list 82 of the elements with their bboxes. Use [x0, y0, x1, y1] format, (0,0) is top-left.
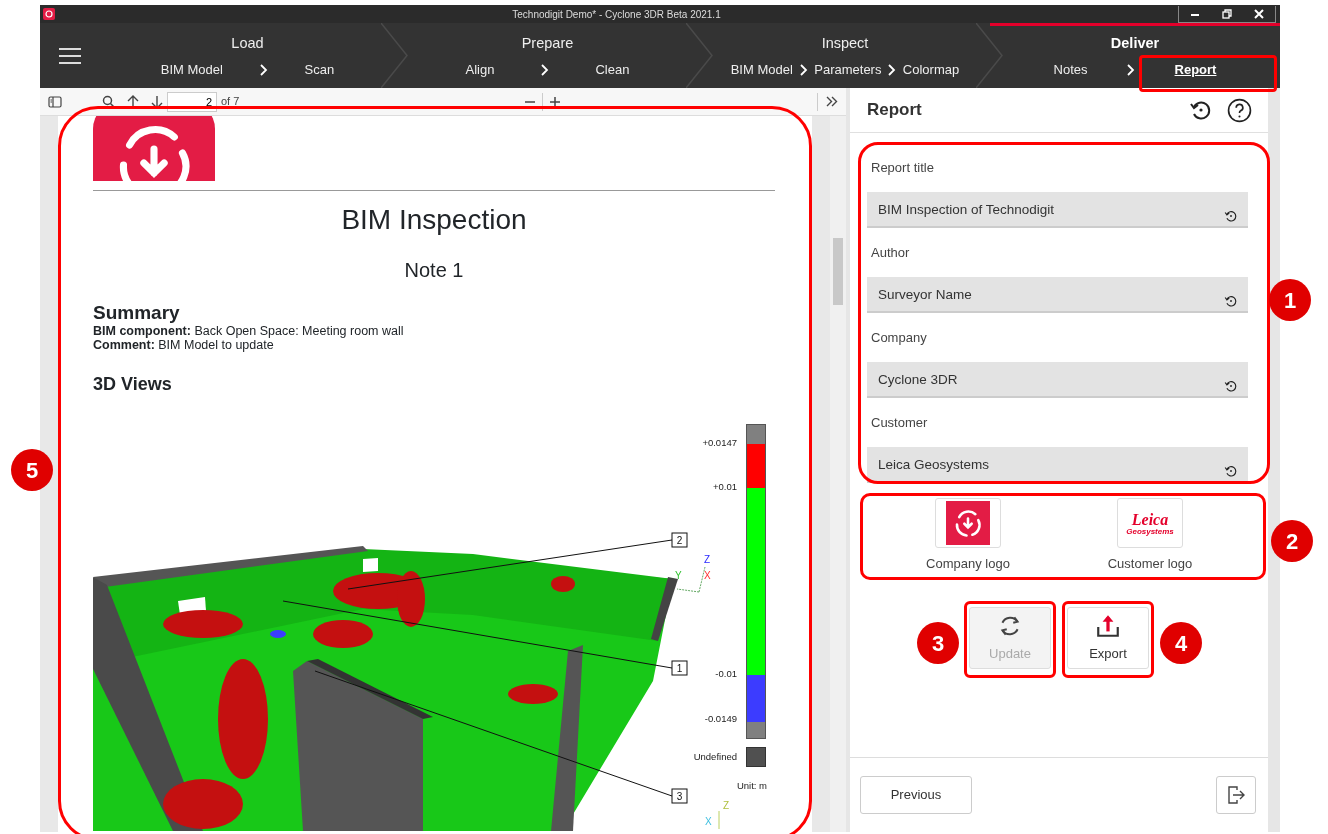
plus-icon[interactable] [549, 95, 562, 108]
menu-icon[interactable] [59, 46, 81, 65]
chevron-divider [686, 23, 714, 88]
axis-label: Y [675, 570, 682, 581]
arrow-up-icon[interactable] [127, 94, 139, 109]
logo-picker-button[interactable]: Leica Geosystems [1117, 498, 1183, 548]
workflow-step-link[interactable]: Colormap [900, 57, 962, 82]
unit-label: Unit: m [736, 778, 767, 793]
undefined-swatch [746, 747, 766, 767]
text-field[interactable]: BIM Inspection of Technodigit [867, 192, 1248, 228]
document-title: BIM Inspection [340, 203, 528, 237]
chevron-icon [888, 63, 897, 76]
workflow-step-link[interactable]: Report [1172, 57, 1219, 82]
exit-button[interactable] [1216, 776, 1256, 814]
scrollbar-thumb[interactable] [833, 238, 843, 305]
logo-picker-button[interactable] [935, 498, 1001, 548]
axis-label: Z [723, 800, 730, 811]
legend-tick-label: +0.01 [712, 479, 737, 494]
panel-title: Report [867, 99, 923, 122]
field-label: Company [871, 329, 928, 347]
workflow-stage-tab[interactable]: Prepare [395, 23, 700, 58]
workflow-step-link[interactable]: Notes [1051, 57, 1090, 82]
chevron-divider [976, 23, 1004, 88]
chevron-icon [799, 63, 808, 76]
legend-label: Undefined [693, 749, 737, 764]
workflow-step-link[interactable]: Scan [302, 57, 337, 82]
step-marker: 1 [1269, 279, 1311, 321]
text-field[interactable]: Cyclone 3DR [867, 362, 1248, 398]
text-field[interactable]: Surveyor Name [867, 277, 1248, 313]
document-subtitle: Note 1 [403, 258, 465, 283]
workflow-stage-tab[interactable]: Deliver [990, 23, 1280, 58]
reset-icon[interactable] [1224, 463, 1238, 478]
chevron-icon [540, 63, 549, 76]
window-title: Technodigit Demo* - Cyclone 3DR Beta 2021.1 [511, 7, 722, 22]
workflow-step-link[interactable]: BIM Model [158, 57, 225, 82]
reset-icon[interactable] [1224, 208, 1238, 223]
help-icon[interactable] [1227, 97, 1252, 123]
restore-icon [1222, 8, 1232, 19]
section-heading: Summary [93, 302, 181, 324]
field-label: Report title [871, 159, 935, 177]
field-label: Author [871, 244, 911, 262]
axis-label: X [704, 570, 711, 581]
field-label: Customer [871, 414, 929, 432]
search-icon[interactable] [102, 95, 115, 108]
chevron-icon [1127, 63, 1136, 76]
close-icon [1254, 8, 1264, 19]
swirl-logo-icon [946, 501, 990, 545]
workflow-step-link[interactable]: Align [463, 57, 497, 82]
section-heading: 3D Views [93, 373, 173, 395]
summary-line: Comment: BIM Model to update [93, 338, 275, 352]
page-number-field[interactable]: 2 [167, 91, 217, 112]
chevron-divider [381, 23, 409, 88]
double-chevron-icon[interactable] [826, 96, 838, 107]
legend-tick-label: -0.01 [715, 666, 737, 681]
history-icon[interactable] [1189, 98, 1213, 122]
arrow-down-icon[interactable] [151, 94, 163, 109]
legend-tick-label: -0.0149 [704, 711, 737, 726]
summary-line: BIM component: Back Open Space: Meeting room wall [93, 324, 405, 338]
axis-line [718, 810, 720, 830]
workflow-step-link[interactable]: Parameters [812, 57, 884, 82]
app-logo-icon [43, 8, 55, 20]
text-field[interactable]: Leica Geosystems [867, 447, 1248, 483]
step-marker: 5 [11, 449, 53, 491]
axis-lines [676, 566, 706, 593]
logo-caption: Company logo [926, 555, 1010, 573]
export-button[interactable]: Export [1067, 607, 1149, 669]
workflow-step-link[interactable]: BIM Model [728, 57, 795, 82]
legend-tick-label: +0.0147 [702, 435, 737, 450]
workflow-stage-tab[interactable]: Load [100, 23, 395, 58]
previous-button[interactable]: Previous [860, 776, 972, 814]
workflow-step-link[interactable]: Clean [593, 57, 632, 82]
sidebar-toggle-icon[interactable] [48, 95, 62, 108]
axis-label: Z [704, 554, 711, 565]
reset-icon[interactable] [1224, 293, 1238, 308]
exit-icon [1227, 786, 1245, 804]
workflow-stage-tab[interactable]: Inspect [700, 23, 990, 58]
reset-icon[interactable] [1224, 378, 1238, 393]
axis-label: X [705, 816, 712, 827]
logo-caption: Customer logo [1107, 555, 1193, 573]
chevron-icon [259, 63, 268, 76]
step-marker: 2 [1271, 520, 1313, 562]
page-count: of 7 [221, 94, 240, 110]
